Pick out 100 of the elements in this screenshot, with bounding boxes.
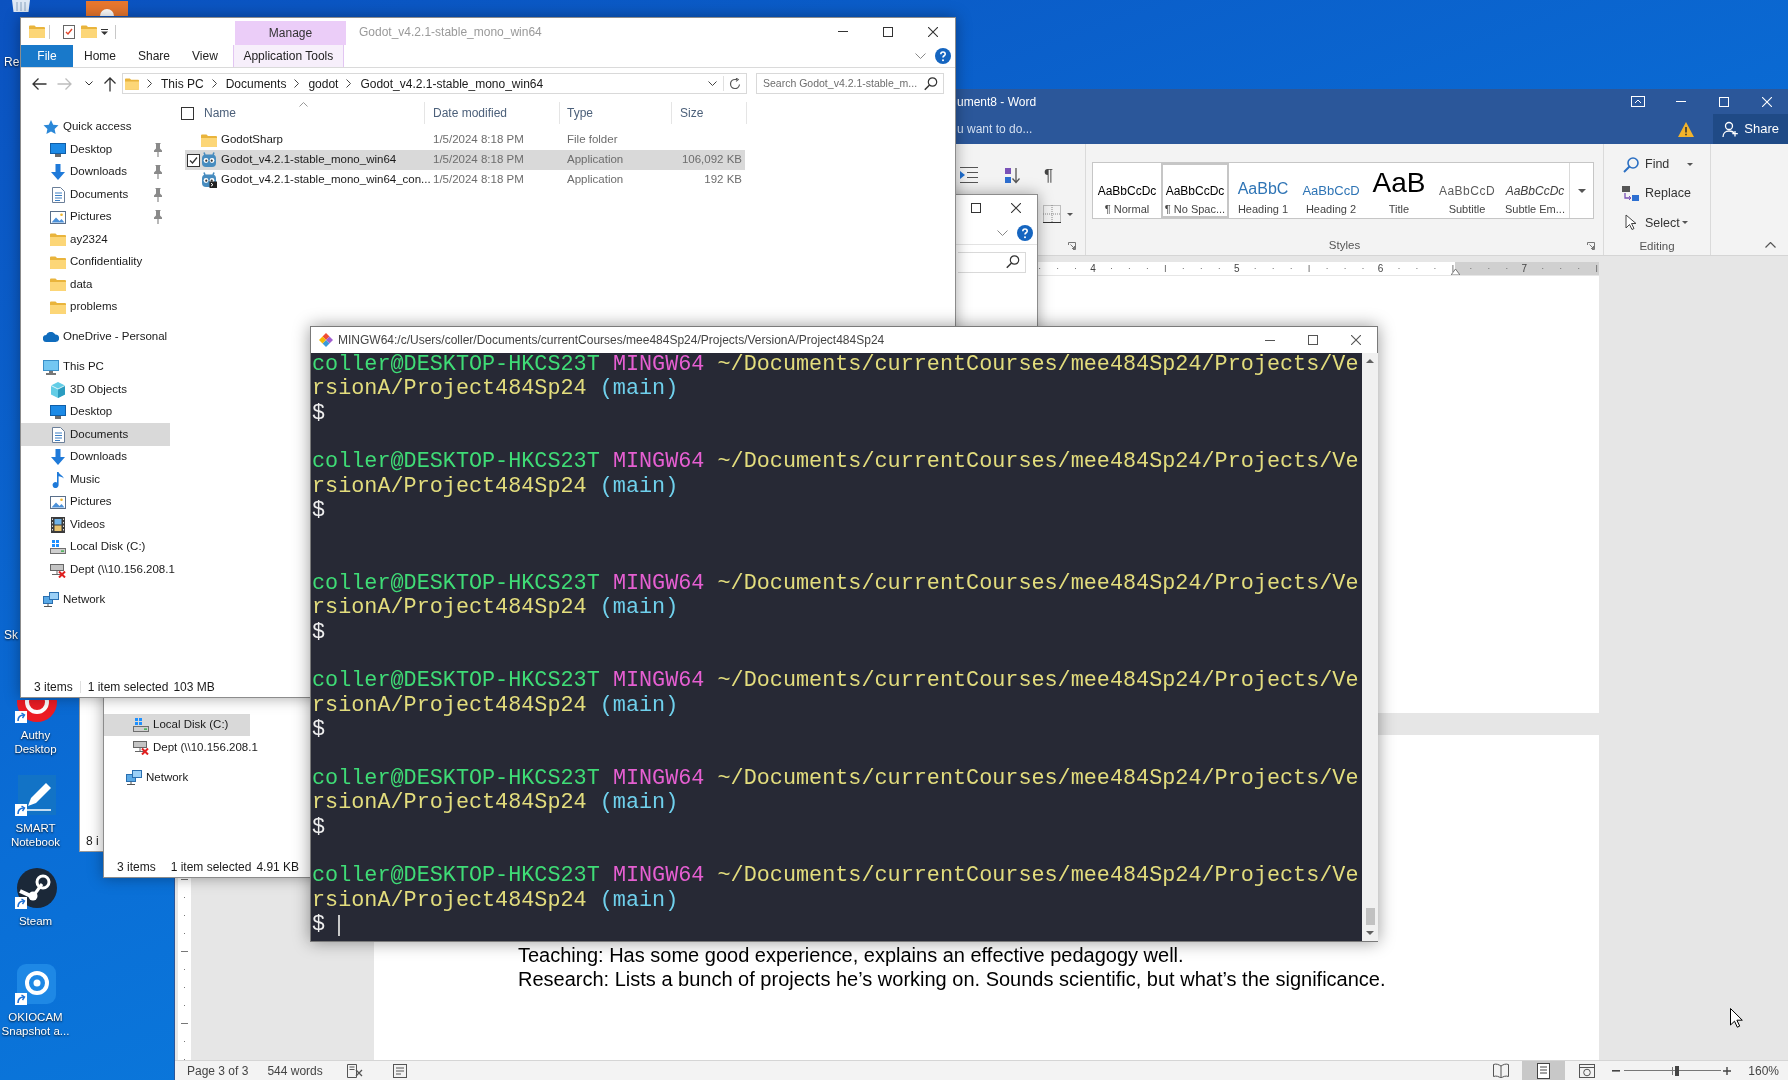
page-check-icon[interactable]: [63, 24, 75, 39]
desktop-shortcut[interactable]: SMART Notebook: [0, 773, 71, 849]
ribbon-tab[interactable]: Application Tools: [232, 45, 344, 67]
sidebar-item[interactable]: Dept (\\10.156.208.1: [21, 558, 175, 581]
style-item[interactable]: AaBbC Heading 1: [1229, 163, 1297, 218]
sidebar-item[interactable]: ay2324: [21, 228, 170, 251]
sidebar-item[interactable]: Network: [104, 766, 250, 789]
style-item[interactable]: AaBbCcD Heading 2: [1297, 163, 1365, 218]
sidebar-item[interactable]: Pictures: [21, 205, 170, 229]
up-arrow-icon[interactable]: [103, 75, 117, 92]
warning-icon[interactable]: [1678, 121, 1695, 137]
caret-icon[interactable]: [1067, 212, 1073, 216]
sidebar-item[interactable]: Quick access: [21, 115, 170, 139]
sidebar-item[interactable]: Downloads: [21, 445, 170, 469]
scroll-up-icon[interactable]: [1366, 359, 1375, 363]
breadcrumb-item[interactable]: Documents: [225, 74, 287, 93]
style-item[interactable]: AaBbCcDc Subtle Em...: [1501, 163, 1569, 218]
minimize-icon: [1264, 339, 1275, 341]
ribbon-tab[interactable]: Home: [73, 45, 127, 67]
breadcrumb-item[interactable]: Godot_v4.2.1-stable_mono_win64: [360, 74, 544, 93]
help-icon[interactable]: [1017, 224, 1033, 241]
chevron-down-icon[interactable]: [708, 81, 717, 86]
zoom-in-icon[interactable]: [1723, 1066, 1732, 1075]
caret-icon[interactable]: [101, 28, 108, 35]
sidebar-item[interactable]: Documents: [21, 423, 170, 446]
desktop-icon-label[interactable]: Re: [4, 55, 20, 69]
ribbon-tab[interactable]: View: [181, 45, 229, 67]
indent-icon[interactable]: [960, 167, 978, 183]
sort-icon[interactable]: [1004, 166, 1020, 184]
sidebar-item[interactable]: data: [21, 273, 170, 296]
tell-me-field[interactable]: u want to do...: [957, 120, 1033, 138]
sidebar-item[interactable]: 3D Objects: [21, 378, 170, 401]
sidebar-item[interactable]: Confidentiality: [21, 250, 170, 274]
file-row[interactable]: GodotSharp 1/5/2024 8:18 PM File folder: [185, 130, 745, 150]
borders-icon[interactable]: [1043, 205, 1061, 223]
sidebar-item[interactable]: Network: [21, 588, 170, 611]
sidebar-item[interactable]: Local Disk (C:): [104, 713, 250, 736]
scroll-down-icon[interactable]: [1366, 931, 1375, 935]
word-count[interactable]: 544 words: [267, 1061, 323, 1080]
sidebar-item[interactable]: Local Disk (C:): [21, 535, 170, 559]
slider-thumb[interactable]: [1675, 1065, 1680, 1076]
sidebar-item[interactable]: Desktop: [21, 400, 170, 424]
scrollbar-thumb[interactable]: [1365, 908, 1375, 925]
page-count[interactable]: Page 3 of 3: [187, 1061, 249, 1080]
editing-button[interactable]: Select: [1604, 208, 1710, 238]
zoom-level[interactable]: 160%: [1748, 1061, 1779, 1080]
style-item[interactable]: AaB Title: [1365, 163, 1433, 218]
column-header[interactable]: Type: [560, 102, 672, 124]
sidebar-item[interactable]: Desktop: [21, 138, 170, 161]
sidebar-item[interactable]: Music: [21, 468, 170, 491]
style-item[interactable]: AaBbCcD Subtitle: [1433, 163, 1501, 218]
dialog-launcher-icon[interactable]: [1068, 242, 1076, 250]
refresh-icon[interactable]: [729, 77, 741, 90]
scrollbar[interactable]: [1362, 353, 1379, 941]
search-field[interactable]: [958, 251, 1026, 273]
diamond-logo-icon[interactable]: [319, 333, 333, 347]
app-tile-icon[interactable]: [86, 1, 128, 16]
editing-button[interactable]: Find: [1604, 150, 1710, 180]
caret-icon[interactable]: [85, 81, 93, 86]
show-marks-button[interactable]: ¶: [1044, 166, 1054, 184]
ribbon-tab[interactable]: Share: [127, 45, 182, 67]
replace-icon: [1622, 186, 1639, 202]
desktop-icon-label[interactable]: Sk: [4, 628, 18, 642]
editing-button[interactable]: Replace: [1604, 179, 1710, 209]
sidebar-item[interactable]: Videos: [21, 513, 170, 536]
sidebar-item[interactable]: OneDrive - Personal: [21, 325, 170, 349]
column-header[interactable]: Size: [672, 102, 747, 124]
file-row[interactable]: Godot_v4.2.1-stable_mono_win64 1/5/2024 8:18 PM Application 106,092 KB: [185, 150, 745, 170]
row-checkbox[interactable]: [187, 153, 200, 167]
address-bar[interactable]: This PC Documents godot Godot_v4.2.1-stable_mono_win64: [122, 73, 747, 94]
sidebar-item[interactable]: problems: [21, 295, 170, 319]
column-header[interactable]: Name: [204, 102, 425, 124]
sidebar-item[interactable]: Dept (\\10.156.208.1: [104, 736, 258, 759]
select-all-checkbox[interactable]: [181, 106, 194, 120]
breadcrumb-item[interactable]: This PC: [161, 74, 204, 93]
view-button[interactable]: [1522, 1061, 1566, 1080]
share-button[interactable]: Share: [1713, 114, 1788, 144]
search-field[interactable]: Search Godot_v4.2.1-stable_m...: [756, 73, 944, 94]
desktop-shortcut[interactable]: OKIOCAM Snapshot a...: [0, 962, 71, 1038]
style-item[interactable]: AaBbCcDc ¶ No Spac...: [1161, 163, 1229, 218]
ribbon-tab[interactable]: File: [21, 45, 73, 67]
file-row[interactable]: Godot_v4.2.1-stable_mono_win64_con... 1/5/2024 8:18 PM Application 192 KB: [185, 170, 745, 190]
column-header[interactable]: Date modified: [425, 102, 560, 124]
zoom-out-icon[interactable]: [1612, 1069, 1621, 1072]
help-icon[interactable]: [935, 48, 951, 64]
style-item[interactable]: AaBbCcDc ¶ Normal: [1093, 163, 1161, 218]
bin-icon[interactable]: [12, 0, 30, 12]
sidebar-item[interactable]: This PC: [21, 355, 170, 379]
breadcrumb-item[interactable]: godot: [308, 74, 339, 93]
zoom-slider[interactable]: [1624, 1065, 1722, 1076]
sidebar-item[interactable]: Documents: [21, 183, 170, 206]
dialog-launcher-icon[interactable]: [1587, 242, 1595, 250]
document-x-icon[interactable]: [346, 1063, 363, 1078]
caret-up-icon[interactable]: [1765, 242, 1776, 248]
desktop-shortcut[interactable]: Steam: [0, 866, 71, 928]
lined-box-icon[interactable]: [392, 1063, 407, 1078]
back-arrow-icon[interactable]: [31, 76, 47, 91]
sidebar-item[interactable]: Pictures: [21, 490, 170, 514]
sidebar-item[interactable]: Downloads: [21, 160, 170, 184]
modified-date: 1/5/2024 8:18 PM: [433, 153, 524, 166]
